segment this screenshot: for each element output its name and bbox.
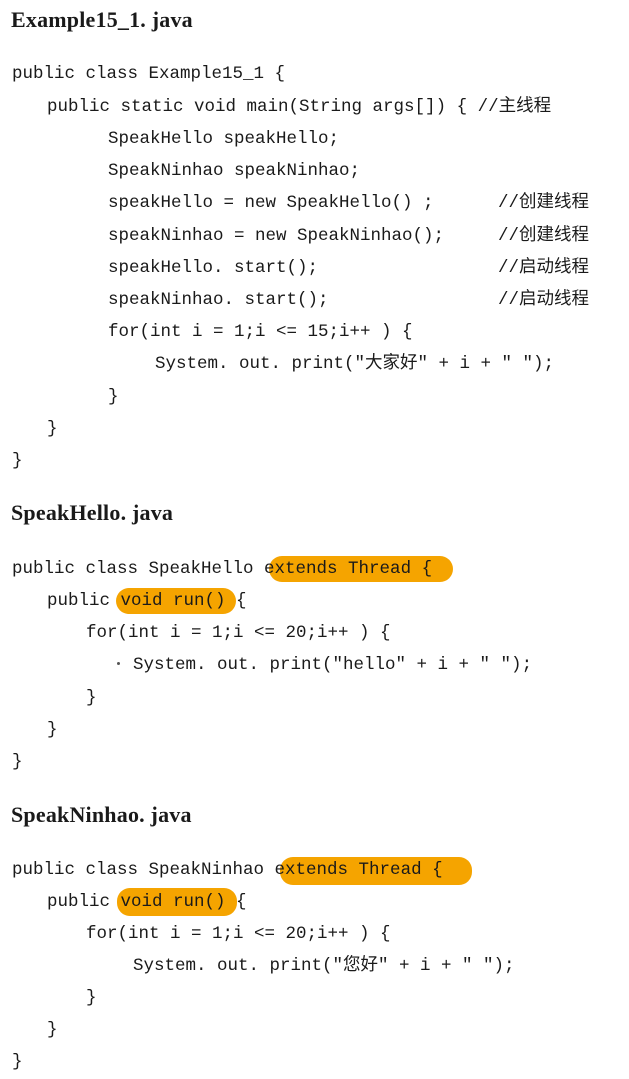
- code-line: public static void main(String args[]) {…: [47, 97, 552, 117]
- code-line: public class SpeakHello extends Thread {: [12, 559, 433, 579]
- code-line: for(int i = 1;i <= 15;i++ ) {: [108, 322, 413, 342]
- code-line: }: [86, 688, 97, 708]
- code-line: }: [86, 988, 97, 1008]
- code-line: }: [12, 1052, 23, 1072]
- code-line: }: [47, 720, 58, 740]
- file-title-example15-1: Example15_1. java: [11, 7, 193, 32]
- code-comment: //启动线程: [498, 258, 590, 278]
- code-line: System. out. print("大家好" + i + " ");: [155, 354, 555, 374]
- code-line: for(int i = 1;i <= 20;i++ ) {: [86, 924, 391, 944]
- code-line: public void run() {: [47, 892, 247, 912]
- code-line: speakHello. start();: [108, 258, 319, 278]
- code-line: System. out. print("hello" + i + " ");: [133, 655, 533, 675]
- file-title-speakhello: SpeakHello. java: [11, 500, 174, 525]
- code-line: }: [12, 752, 23, 772]
- code-comment: //创建线程: [498, 193, 590, 213]
- code-line: }: [108, 387, 119, 407]
- code-line: public void run() {: [47, 591, 247, 611]
- code-line: speakNinhao. start();: [108, 290, 329, 310]
- code-line: SpeakHello speakHello;: [108, 129, 340, 149]
- code-line: public class SpeakNinhao extends Thread …: [12, 860, 443, 880]
- code-line: speakNinhao = new SpeakNinhao();: [108, 226, 445, 246]
- file-title-speakninhao: SpeakNinhao. java: [11, 802, 192, 827]
- speck-mark: [117, 662, 120, 665]
- code-line: }: [12, 451, 23, 471]
- code-line: }: [47, 1020, 58, 1040]
- code-line: public class Example15_1 {: [12, 64, 286, 84]
- code-line: SpeakNinhao speakNinhao;: [108, 161, 361, 181]
- code-comment: //创建线程: [498, 226, 590, 246]
- code-line: speakHello = new SpeakHello() ;: [108, 193, 434, 213]
- code-line: for(int i = 1;i <= 20;i++ ) {: [86, 623, 391, 643]
- code-line: }: [47, 419, 58, 439]
- code-line: System. out. print("您好" + i + " ");: [133, 956, 515, 976]
- code-comment: //启动线程: [498, 290, 590, 310]
